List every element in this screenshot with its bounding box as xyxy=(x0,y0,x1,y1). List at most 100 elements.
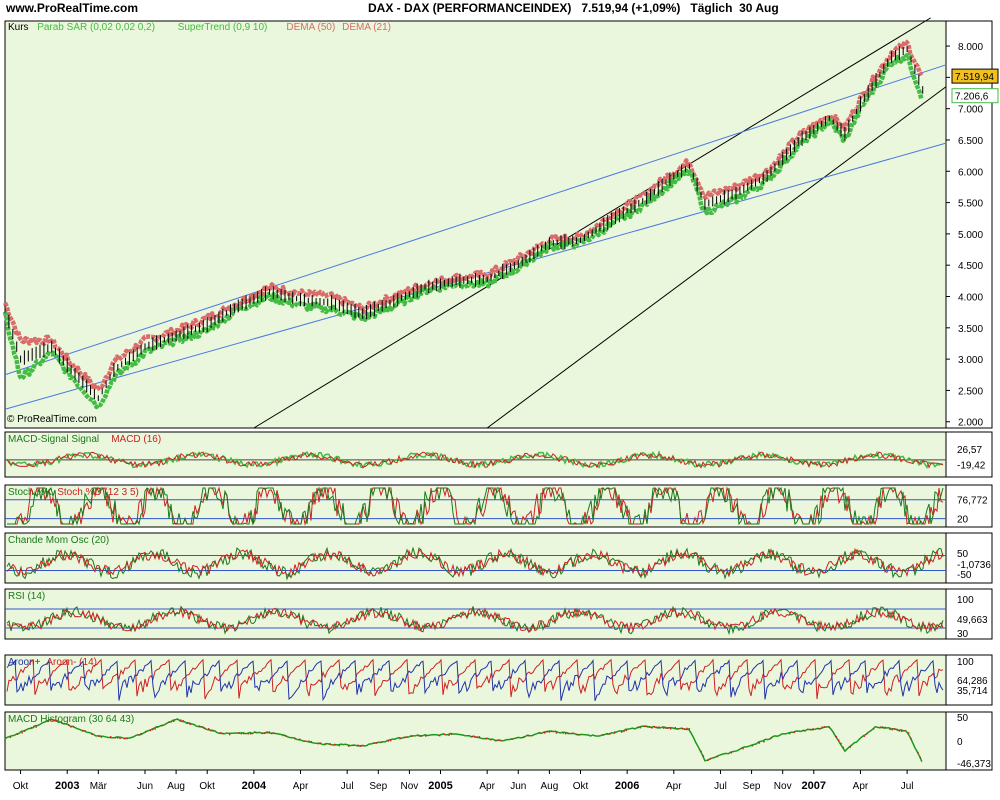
macd-histogram-dot xyxy=(119,737,121,740)
chande-bottom-label: -50 xyxy=(957,570,972,581)
macd-histogram-dot xyxy=(550,730,553,733)
macd-bottom-label: -19,42 xyxy=(957,460,986,471)
price-y-tick-label: 4.000 xyxy=(958,293,983,304)
price-legend-item: Kurs xyxy=(8,22,29,33)
macd-histogram-dot xyxy=(161,724,163,727)
macd-histogram-dot xyxy=(683,728,686,730)
macd-histogram-dot xyxy=(380,741,383,744)
x-axis-label: Aug xyxy=(540,781,558,792)
macd-histogram-dot xyxy=(812,728,814,730)
macd-histogram-dot xyxy=(186,721,189,724)
macd-histogram-dot xyxy=(420,734,422,737)
macd-histogram-dot xyxy=(511,738,513,740)
macd-histogram-dot xyxy=(543,732,546,734)
macd-histogram-dot xyxy=(210,729,212,732)
macd-histogram-dot xyxy=(828,726,831,728)
x-axis-label: Okt xyxy=(199,781,215,792)
macd-histogram-dot xyxy=(207,728,210,730)
macd-histogram-dot xyxy=(681,728,684,730)
macd-histogram-dot xyxy=(709,758,712,760)
last-price-label: 7.519,94 xyxy=(955,72,994,83)
macd-histogram-dot xyxy=(282,734,285,737)
price-y-tick-label: 6.500 xyxy=(958,136,983,147)
macd-histogram-dot xyxy=(375,742,378,744)
macd-histogram-dot xyxy=(763,740,765,743)
hist-y-tick-label: 0 xyxy=(957,737,963,748)
macd-histogram-dot xyxy=(308,740,310,742)
chart-area[interactable]: 8.0007.5007.0006.5006.0005.5005.0004.500… xyxy=(0,0,1000,800)
rsi-value-label: 49,663 xyxy=(957,615,988,626)
watermark-text: © ProRealTime.com xyxy=(7,414,97,425)
x-axis-label: Apr xyxy=(479,781,495,792)
macd-histogram-dot xyxy=(399,737,401,740)
macd-histogram-dot xyxy=(266,731,268,733)
macd-histogram-dot xyxy=(168,721,170,723)
macd-histogram-dot xyxy=(273,732,275,735)
macd-histogram-dot xyxy=(823,726,826,728)
price-y-tick-label: 3.000 xyxy=(958,355,983,366)
macd-histogram-dot xyxy=(240,732,243,735)
macd-histogram-dot xyxy=(373,742,376,744)
macd-histogram-dot xyxy=(67,724,70,726)
macd-histogram-dot xyxy=(100,736,103,738)
panel-macd_hist xyxy=(4,711,947,771)
x-axis-label: Okt xyxy=(573,781,589,792)
macd-histogram-dot xyxy=(151,728,154,731)
x-axis-label: Aug xyxy=(167,781,185,792)
macd-histogram-dot xyxy=(758,742,761,744)
aroon-top-label: 100 xyxy=(957,657,974,668)
macd-histogram-dot xyxy=(497,739,499,741)
macd-histogram-dot xyxy=(602,734,604,736)
price-y-tick-label: 4.500 xyxy=(958,261,983,272)
macd-histogram-dot xyxy=(896,728,898,731)
price-y-tick-label: 6.000 xyxy=(958,167,983,178)
macd-histogram-dot xyxy=(284,735,287,737)
macd-histogram-dot xyxy=(247,732,250,735)
stoch-bottom-label: 20 xyxy=(957,515,969,526)
macd-histogram-dot xyxy=(485,737,488,740)
rsi-top-label: 100 xyxy=(957,595,974,606)
macd-histogram-dot xyxy=(646,726,649,728)
macd-histogram-dot xyxy=(424,735,427,737)
macd-histogram-dot xyxy=(788,732,791,735)
macd-histogram-dot xyxy=(109,736,112,738)
x-axis-label: 2005 xyxy=(428,780,452,792)
macd-histogram-dot xyxy=(499,739,502,742)
macd-histogram-dot xyxy=(662,727,665,729)
macd-histogram-dot xyxy=(478,736,481,738)
x-axis-label: Jun xyxy=(510,781,526,792)
indicator-legend-item: Aroon- (14) xyxy=(46,657,97,668)
supertrend-value-label: 7.206,6 xyxy=(955,92,989,103)
x-axis-label: Jul xyxy=(901,781,914,792)
macd-histogram-dot xyxy=(702,755,705,757)
macd-histogram-dot xyxy=(842,746,845,749)
macd-histogram-dot xyxy=(242,732,245,735)
macd-histogram-dot xyxy=(669,728,672,730)
price-y-tick-label: 5.000 xyxy=(958,230,983,241)
macd-histogram-dot xyxy=(742,747,744,750)
macd-histogram-dot xyxy=(403,736,406,739)
macd-histogram-dot xyxy=(793,731,796,734)
macd-histogram-dot xyxy=(522,736,525,738)
macd-histogram-dot xyxy=(338,744,341,747)
macd-histogram-dot xyxy=(221,732,224,735)
price-legend-item: DEMA (21) xyxy=(342,22,391,33)
macd-histogram-dot xyxy=(333,743,336,746)
macd-histogram-dot xyxy=(473,736,476,738)
macd-histogram-dot xyxy=(182,720,184,722)
macd-histogram-dot xyxy=(261,732,264,735)
macd-histogram-dot xyxy=(770,737,772,739)
macd-histogram-dot xyxy=(406,736,408,738)
macd-histogram-dot xyxy=(620,731,623,733)
macd-histogram-dot xyxy=(329,743,331,745)
indicator-legend-item: MACD (16) xyxy=(111,434,161,445)
macd-histogram-dot xyxy=(648,726,651,728)
macd-histogram-dot xyxy=(319,742,322,745)
macd-histogram-dot xyxy=(919,756,922,759)
macd-histogram-dot xyxy=(53,719,56,722)
macd-histogram-dot xyxy=(203,727,205,729)
macd-histogram-dot xyxy=(606,733,609,735)
macd-histogram-dot xyxy=(889,728,891,731)
macd-histogram-dot xyxy=(623,730,625,732)
macd-histogram-dot xyxy=(238,732,240,734)
